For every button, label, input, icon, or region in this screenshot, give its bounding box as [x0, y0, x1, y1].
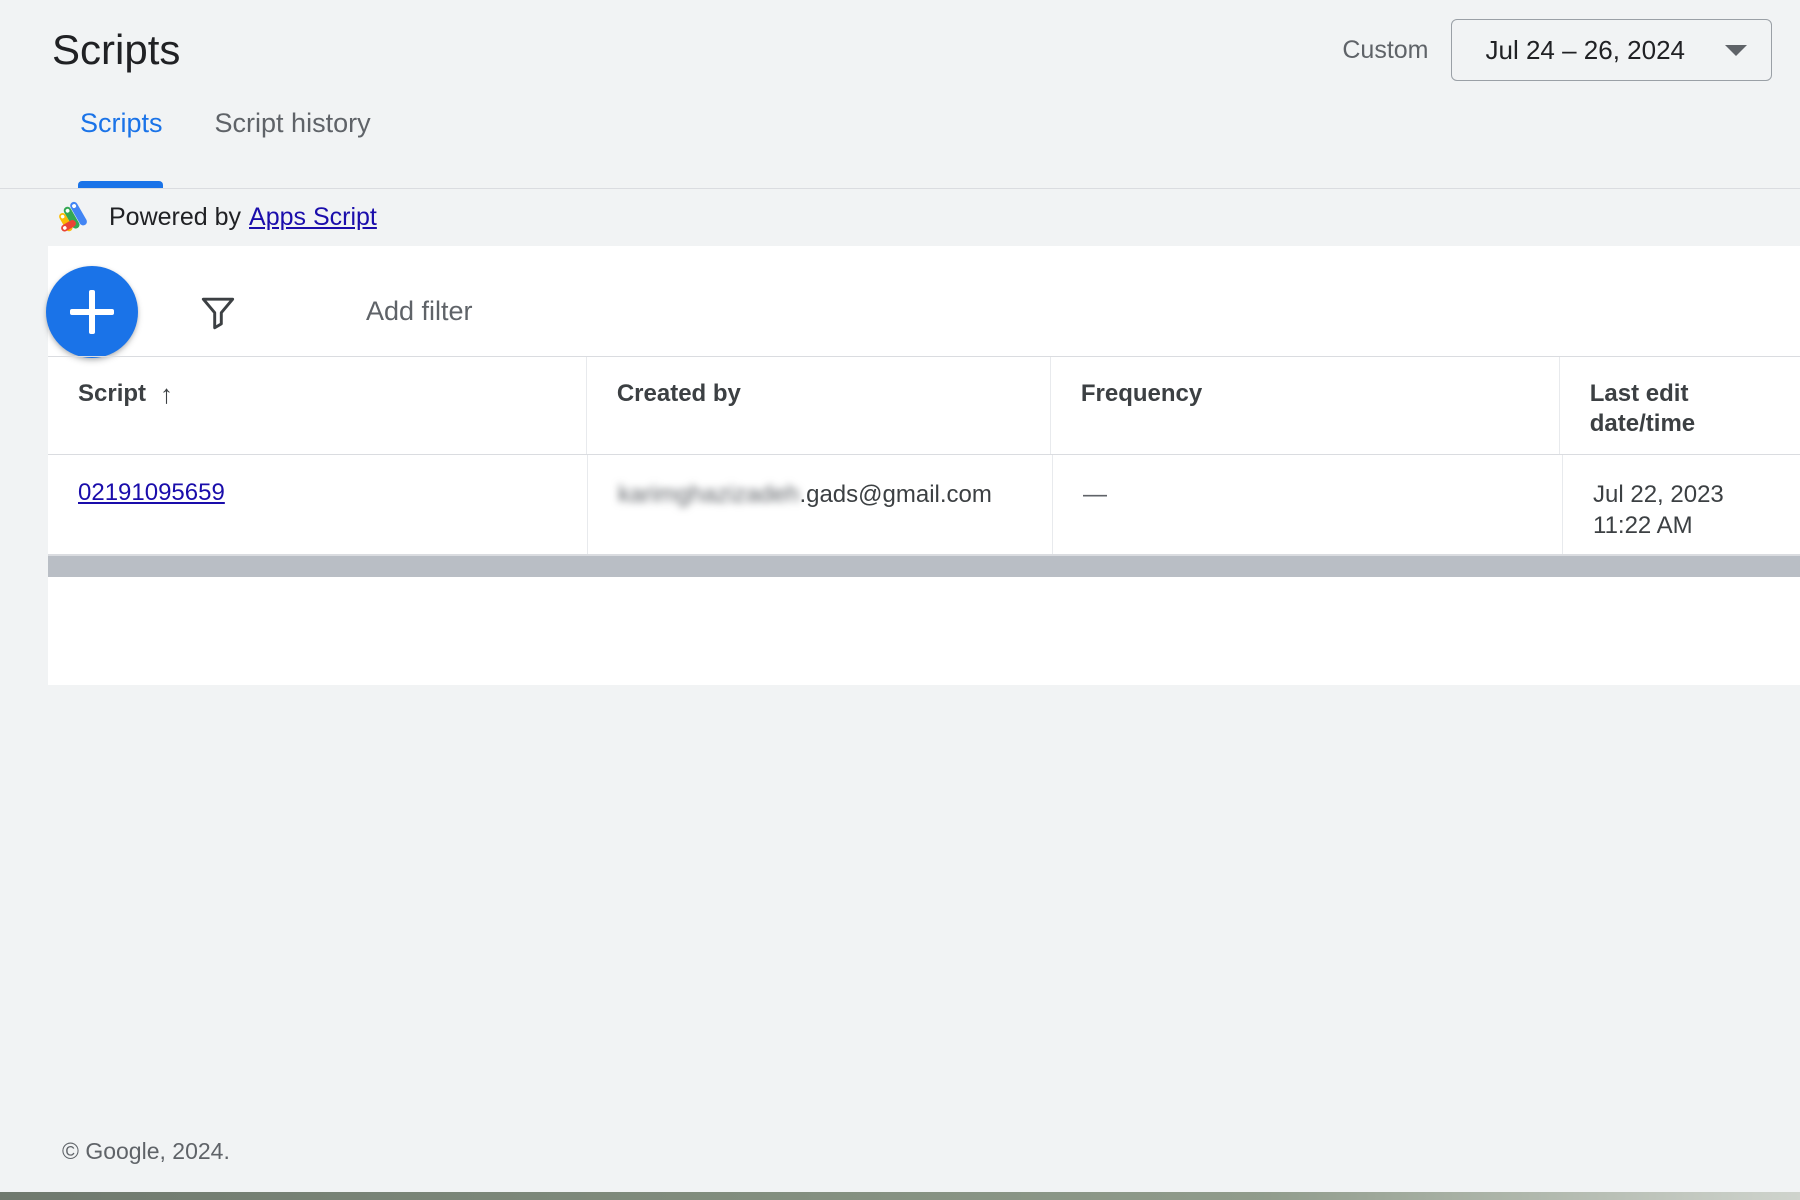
created-by-domain: .gads@gmail.com: [799, 481, 992, 508]
table-row: 02191095659 karimghazizadeh.gads@gmail.c…: [48, 455, 1800, 555]
column-header-script[interactable]: Script ↑: [48, 357, 587, 454]
powered-by-banner: Powered by Apps Script: [0, 188, 1800, 246]
horizontal-scrollbar[interactable]: [48, 555, 1800, 577]
funnel-icon[interactable]: [196, 290, 240, 334]
cell-script: 02191095659: [48, 455, 588, 554]
column-header-script-label: Script: [78, 380, 147, 407]
tab-scripts-label: Scripts: [80, 108, 163, 138]
tab-script-history-label: Script history: [214, 108, 371, 138]
table-header-row: Script ↑ Created by Frequency Last edit …: [48, 357, 1800, 455]
add-filter-button[interactable]: Add filter: [366, 296, 473, 327]
tab-bar: Scripts Script history: [0, 100, 1800, 188]
create-script-button[interactable]: [46, 266, 138, 358]
script-id-link[interactable]: 02191095659: [78, 479, 587, 507]
scripts-page: Scripts Custom Jul 24 – 26, 2024 Scripts…: [0, 0, 1800, 1200]
tab-active-indicator: [78, 181, 163, 188]
apps-script-icon: [59, 201, 87, 232]
column-header-frequency[interactable]: Frequency: [1051, 357, 1560, 454]
chevron-down-icon: [1725, 44, 1747, 56]
date-range-control: Custom Jul 24 – 26, 2024: [1342, 19, 1772, 81]
column-header-last-edit[interactable]: Last edit date/time: [1560, 357, 1800, 454]
frequency-value: —: [1083, 481, 1107, 508]
powered-by-text: Powered by: [109, 203, 242, 231]
date-range-value: Jul 24 – 26, 2024: [1485, 34, 1686, 65]
arrow-up-icon: ↑: [160, 378, 174, 409]
screen-bottom-edge: [0, 1192, 1800, 1200]
page-footer: © Google, 2024.: [0, 1116, 1800, 1186]
table-toolbar: Add filter: [46, 246, 1800, 358]
copyright-text: © Google, 2024.: [62, 1137, 230, 1164]
cell-created-by: karimghazizadeh.gads@gmail.com: [588, 455, 1053, 554]
page-header: Scripts Custom Jul 24 – 26, 2024: [0, 0, 1800, 100]
scripts-card: Add filter Script ↑ Created by Frequency…: [46, 246, 1800, 685]
last-edit-date: Jul 22, 2023: [1593, 481, 1724, 508]
table-empty-area: [48, 577, 1800, 685]
column-header-created-by-label: Created by: [616, 380, 741, 407]
created-by-redacted: karimghazizadeh: [618, 481, 800, 508]
cell-last-edit: Jul 22, 2023 11:22 AM: [1563, 455, 1800, 554]
last-edit-time: 11:22 AM: [1593, 512, 1693, 540]
plus-icon: [70, 290, 114, 334]
column-header-frequency-label: Frequency: [1080, 380, 1203, 407]
column-header-last-edit-label: Last edit date/time: [1589, 380, 1696, 437]
tab-script-history[interactable]: Script history: [189, 100, 397, 188]
page-title: Scripts: [52, 26, 181, 73]
date-range-preset-label: Custom: [1342, 35, 1429, 64]
cell-frequency: —: [1053, 455, 1563, 554]
created-by-value: karimghazizadeh.gads@gmail.com: [618, 479, 1052, 510]
tab-scripts[interactable]: Scripts: [52, 100, 189, 188]
apps-script-link[interactable]: Apps Script: [249, 203, 377, 232]
scripts-table: Script ↑ Created by Frequency Last edit …: [48, 356, 1800, 685]
date-range-picker-button[interactable]: Jul 24 – 26, 2024: [1450, 19, 1772, 81]
column-header-created-by[interactable]: Created by: [587, 357, 1051, 454]
